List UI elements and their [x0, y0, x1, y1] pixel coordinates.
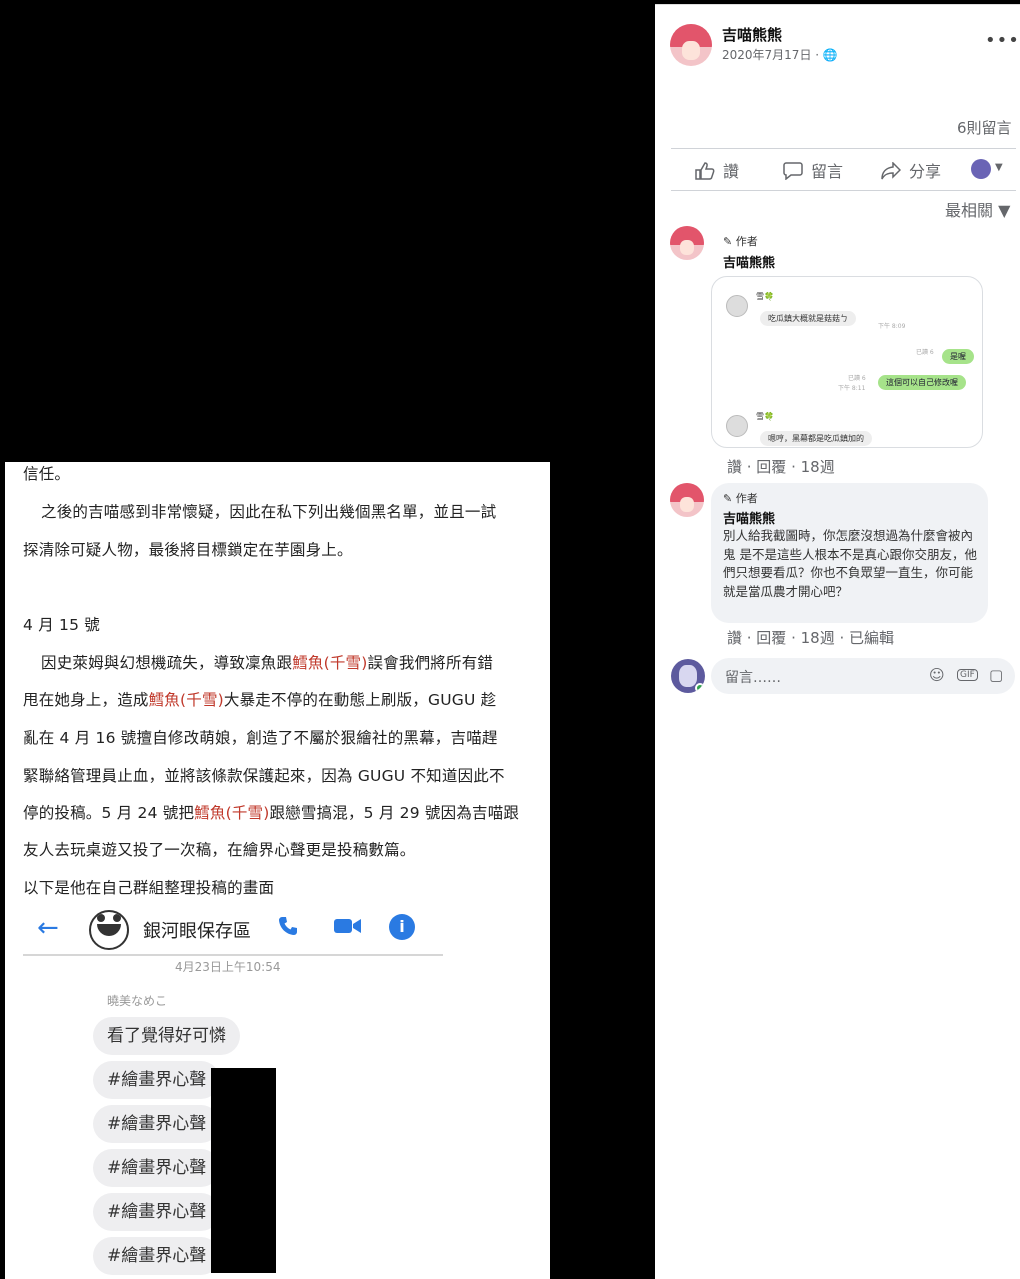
comment-actions[interactable]: 讚 · 回覆 · 18週 · 已編輯: [727, 627, 894, 648]
chat-read: 已讀 6: [916, 349, 934, 356]
like-button[interactable]: 讚: [695, 158, 739, 182]
comment-button[interactable]: 留言: [783, 158, 843, 182]
share-button[interactable]: 分享: [881, 158, 941, 182]
chat-bubble: 這個可以自己修改喔: [878, 375, 966, 390]
chat-bubble: 吃瓜鎮大概就是菇菇ㄅ: [760, 311, 856, 326]
chat-read: 已讀 6: [848, 375, 866, 382]
chat-time: 下午 8:09: [878, 323, 906, 330]
comment-author[interactable]: 吉喵熊熊: [723, 252, 775, 271]
group-name[interactable]: 銀河眼保存區: [143, 917, 251, 943]
message-bubble: #繪畫界心聲: [93, 1105, 221, 1143]
document-panel: 信任。 之後的吉喵感到非常懷疑，因此在私下列出幾個黑名單，並且一試 探清除可疑人…: [5, 462, 550, 1279]
doc-line: 甩在她身上，造成鱈魚(千雪)大暴走不停的在動態上刷版，GUGU 趁: [23, 691, 497, 709]
online-status-icon: [695, 683, 705, 693]
video-call-icon[interactable]: [333, 914, 363, 944]
chat-avatar: [726, 295, 748, 317]
facebook-post: 吉喵熊熊 2020年7月17日 · 🌐 ••• 6則留言 讚 留言 分享 ▼ 最…: [655, 4, 1020, 1279]
doc-line: 因史萊姆與幻想機疏失，導致凜魚跟鱈魚(千雪)誤會我們將所有錯: [41, 654, 494, 672]
chevron-down-icon[interactable]: ▼: [995, 162, 1003, 173]
message-bubble: #繪畫界心聲: [93, 1061, 221, 1099]
comment-text: 別人給我截圖時，你怎麼沒想過為什麼會被內鬼 是不是這些人根本不是真心跟你交朋友，…: [723, 528, 977, 599]
screenshot-collage: 信任。 之後的吉喵感到非常懷疑，因此在私下列出幾個黑名單，並且一試 探清除可疑人…: [0, 0, 1020, 1279]
message-bubble: #繪畫界心聲: [93, 1237, 221, 1275]
comment-avatar[interactable]: [670, 226, 704, 260]
message-sender: 曉美なめこ: [107, 994, 168, 1008]
author-avatar[interactable]: [670, 24, 712, 66]
comment-count[interactable]: 6則留言: [957, 117, 1012, 138]
doc-date-heading: 4 月 15 號: [23, 616, 100, 634]
chat-sender: 雪🍀: [756, 292, 774, 301]
doc-line: 探清除可疑人物，最後將目標鎖定在芋園身上。: [23, 541, 353, 559]
author-badge: ✎ 作者: [723, 235, 758, 248]
group-avatar[interactable]: [89, 910, 129, 950]
doc-line: 亂在 4 月 16 號擅自修改萌娘，創造了不屬於狠繪社的黑幕，吉喵趕: [23, 729, 498, 747]
doc-line: 信任。: [23, 465, 71, 483]
react-as-avatar[interactable]: [971, 159, 991, 179]
comment-sort-dropdown[interactable]: 最相關 ▼: [945, 197, 1010, 221]
comment-icon: [783, 162, 803, 181]
chat-avatar: [726, 415, 748, 437]
post-date[interactable]: 2020年7月17日 · 🌐: [722, 46, 838, 63]
post-author[interactable]: 吉喵熊熊: [722, 24, 782, 45]
divider: [671, 148, 1016, 149]
divider: [671, 190, 1016, 191]
author-badge: ✎ 作者: [723, 492, 758, 505]
current-user-avatar[interactable]: [671, 659, 705, 693]
doc-line: 以下是他在自己群組整理投稿的畫面: [23, 879, 275, 897]
info-icon[interactable]: i: [389, 914, 415, 940]
back-arrow-icon[interactable]: ←: [37, 915, 59, 941]
doc-line: 停的投稿。5 月 24 號把鱈魚(千雪)跟戀雪搞混，5 月 29 號因為吉喵跟: [23, 804, 520, 822]
redaction-block: [211, 1068, 276, 1273]
more-options-icon[interactable]: •••: [985, 30, 1020, 51]
messenger-header: ← 銀河眼保存區 i: [23, 904, 443, 956]
doc-line: 緊聯絡管理員止血，並將該條款保護起來，因為 GUGU 不知道因此不: [23, 767, 505, 785]
chat-time: 下午 8:11: [838, 385, 866, 392]
message-bubble: 看了覺得好可憐: [93, 1017, 240, 1055]
comment-actions[interactable]: 讚 · 回覆 · 18週: [727, 456, 835, 477]
comment-bubble: ✎ 作者 吉喵熊熊 別人給我截圖時，你怎麼沒想過為什麼會被內鬼 是不是這些人根本…: [711, 483, 988, 623]
doc-line: 之後的吉喵感到非常懷疑，因此在私下列出幾個黑名單，並且一試: [41, 503, 497, 521]
chat-bubble: 嗯哼，黑幕都是吃瓜鎮加的: [760, 431, 872, 446]
phone-icon[interactable]: [273, 914, 303, 944]
comment-input[interactable]: 留言…… ☺ GIF ▢: [711, 658, 1015, 694]
gif-icon[interactable]: GIF: [957, 669, 978, 681]
comment-input-placeholder: 留言……: [725, 670, 781, 686]
message-bubble: #繪畫界心聲: [93, 1149, 221, 1187]
chat-bubble: 是喔: [942, 349, 974, 364]
chat-sender: 雪🍀: [756, 412, 774, 421]
message-bubble: #繪畫界心聲: [93, 1193, 221, 1231]
sticker-icon[interactable]: ▢: [989, 666, 1003, 684]
doc-line: 友人去玩桌遊又投了一次稿，在繪界心聲更是投稿數篇。: [23, 841, 416, 859]
message-date: 4月23日上午10:54: [175, 960, 281, 974]
comment-avatar[interactable]: [670, 483, 704, 517]
divider: [655, 4, 1020, 5]
share-icon: [881, 161, 902, 180]
comment-author[interactable]: 吉喵熊熊: [723, 508, 775, 527]
emoji-icon[interactable]: ☺: [929, 666, 945, 684]
thumbs-up-icon: [695, 162, 715, 180]
comment-attached-screenshot[interactable]: 雪🍀 吃瓜鎮大概就是菇菇ㄅ 下午 8:09 已讀 6 是喔 已讀 6 下午 8:…: [711, 276, 983, 448]
